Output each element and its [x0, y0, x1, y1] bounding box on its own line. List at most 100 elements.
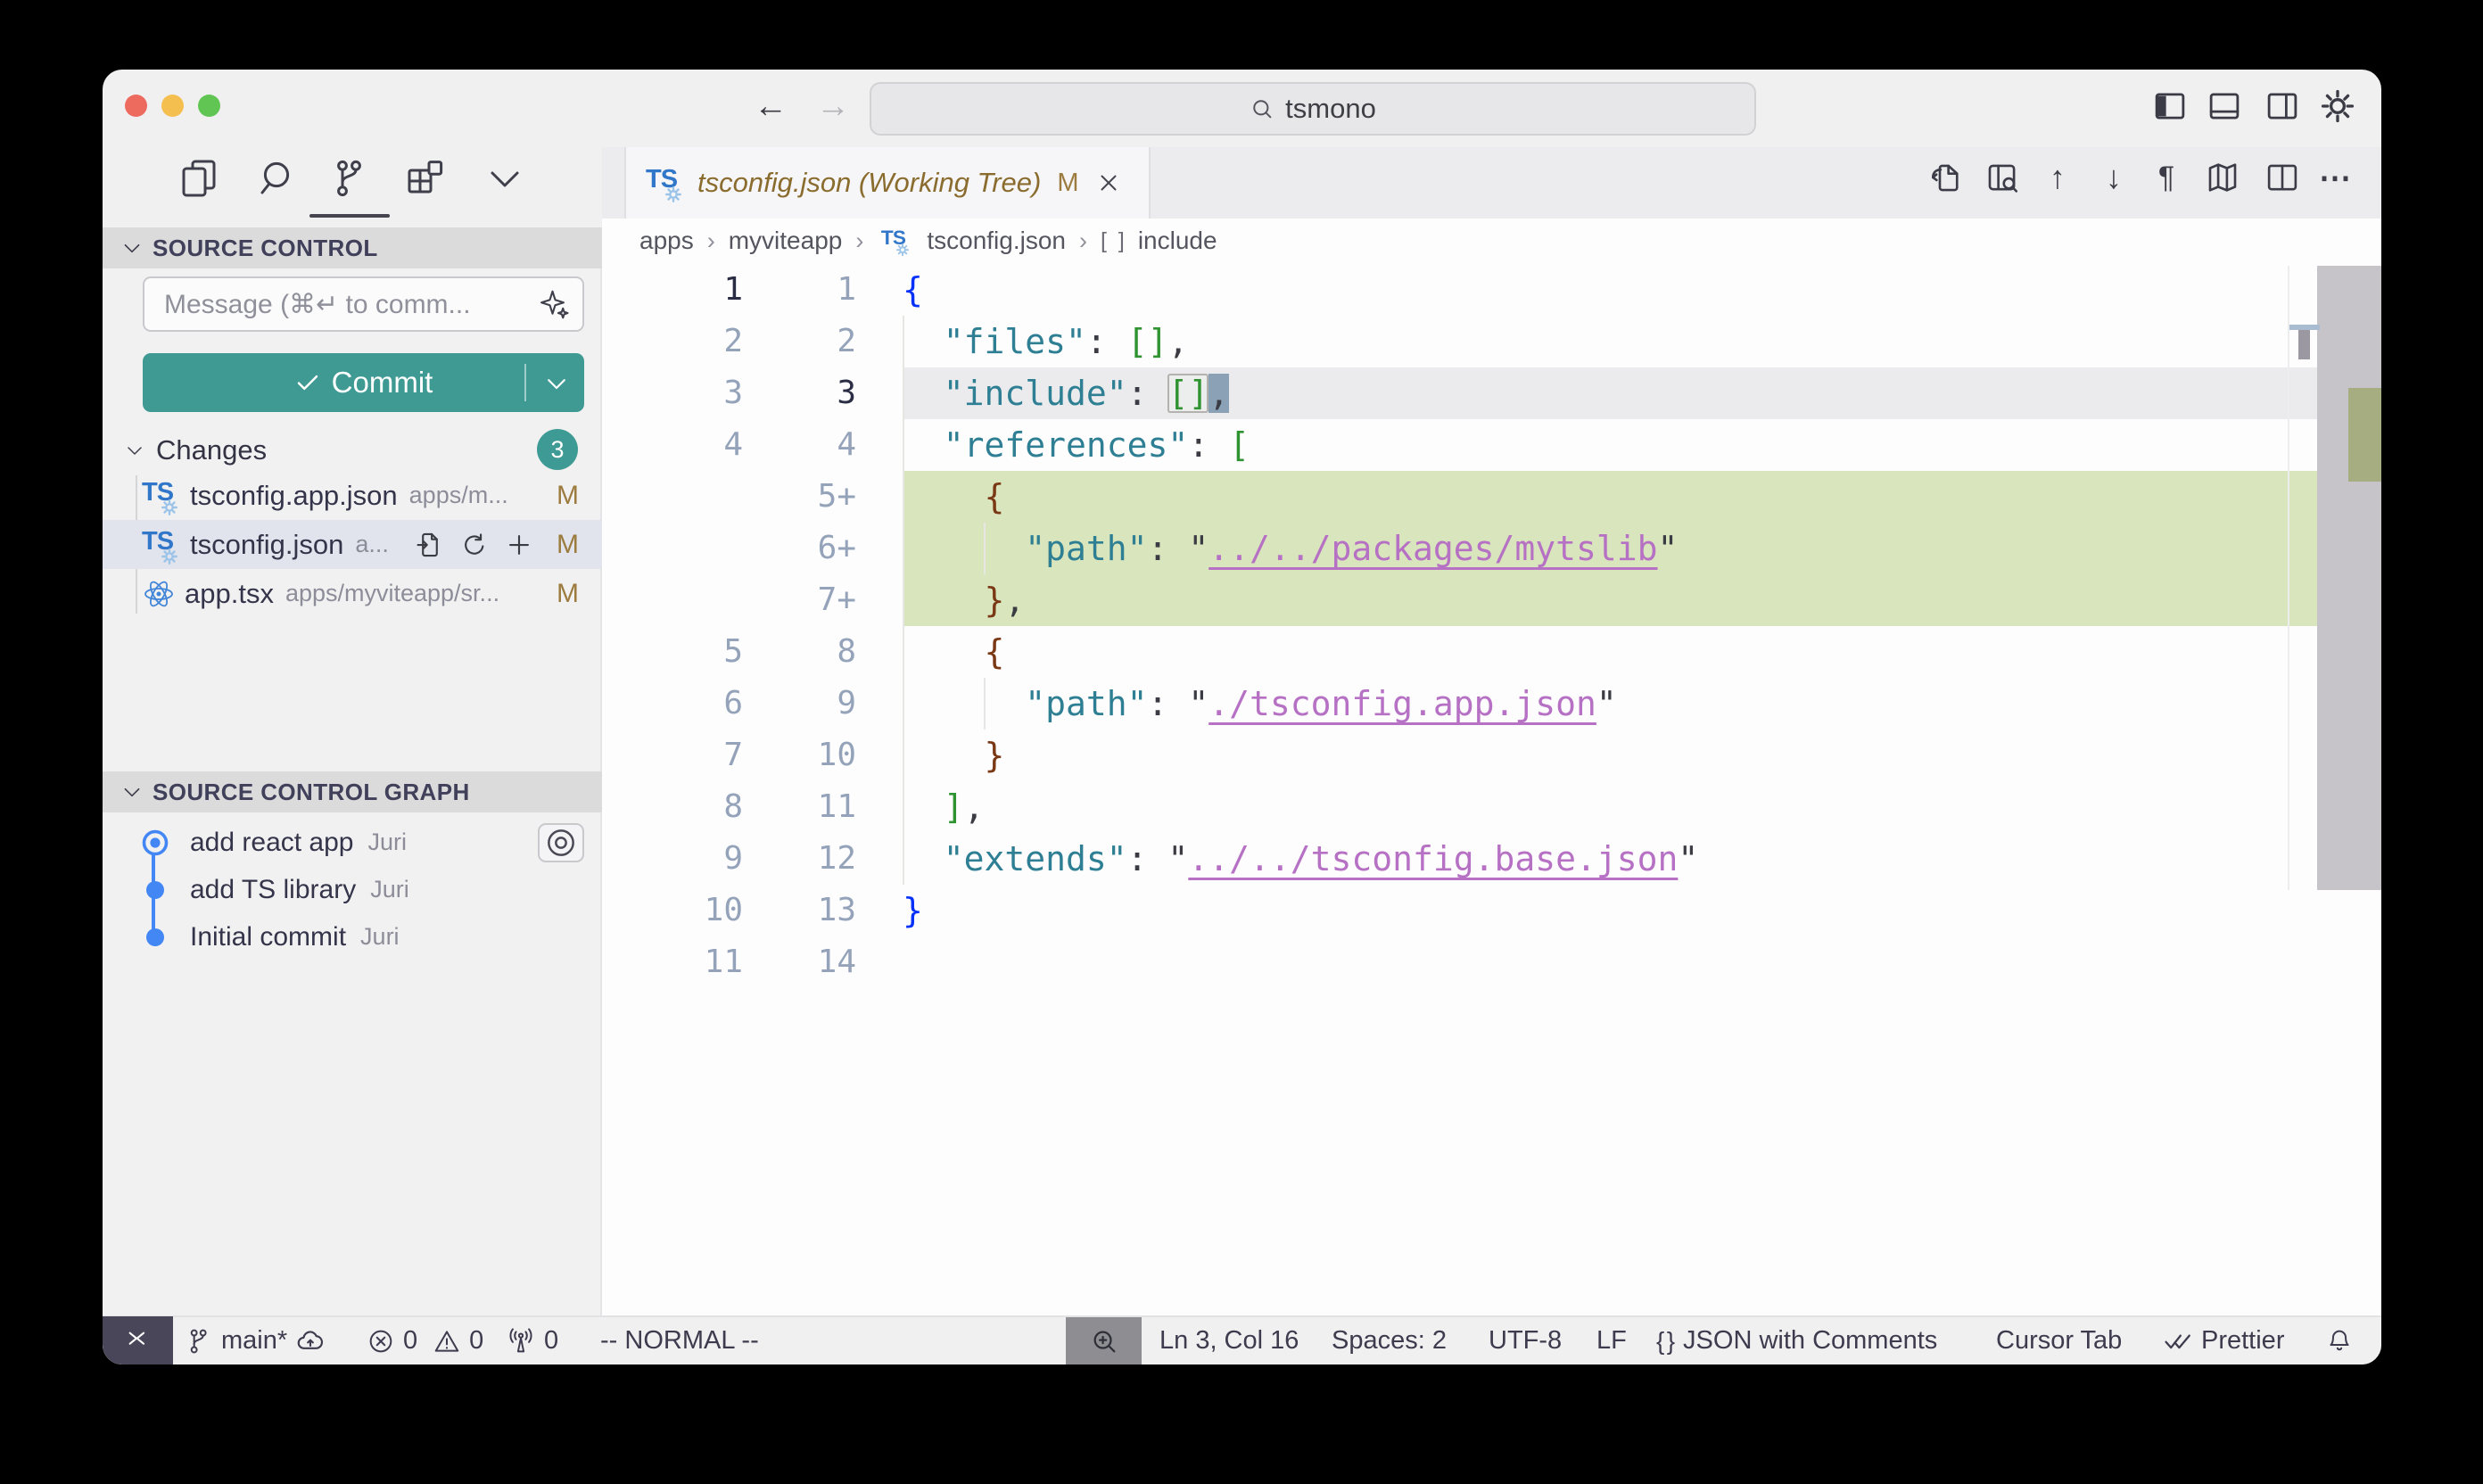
inline-view-icon[interactable]: [1984, 159, 2021, 196]
breadcrumb-item-myviteapp[interactable]: myviteapp: [729, 227, 843, 255]
modified-line-number: 10: [743, 730, 856, 781]
commit-row-3[interactable]: Initial commitJuri: [103, 913, 602, 960]
commit-row-2[interactable]: add TS libraryJuri: [103, 866, 602, 913]
code-line-9[interactable]: 69 "path": "./tsconfig.app.json": [602, 678, 2381, 730]
split-editor-icon[interactable]: [2264, 159, 2301, 196]
modified-line-number: 9: [743, 678, 856, 730]
minimap-icon[interactable]: [2204, 159, 2241, 196]
close-tab-icon[interactable]: [1095, 169, 1122, 196]
original-line-number: 1: [602, 264, 743, 316]
code-text: },: [903, 581, 1025, 620]
more-views-chevron-icon[interactable]: [483, 157, 526, 200]
source-control-graph-header[interactable]: SOURCE CONTROL GRAPH: [103, 771, 602, 812]
react-file-icon: [142, 578, 176, 610]
extensions-icon[interactable]: [403, 157, 446, 200]
generate-commit-message-icon[interactable]: [538, 288, 570, 320]
code-line-4[interactable]: 44 "references": [: [602, 419, 2381, 471]
editor-scrollbar[interactable]: [2317, 266, 2381, 890]
language-mode-indicator[interactable]: { } JSON with Comments: [1656, 1317, 1937, 1364]
problems-indicator[interactable]: 0 0: [367, 1317, 483, 1364]
previous-change-icon[interactable]: ↑: [2039, 159, 2076, 196]
code-line-14[interactable]: 1114: [602, 936, 2381, 988]
changes-file-row-tsconfig.app.json[interactable]: TStsconfig.app.jsonapps/m...M: [103, 471, 602, 520]
code-line-5[interactable]: 5+ {: [602, 471, 2381, 523]
source-control-icon[interactable]: [328, 157, 371, 200]
original-line-number: 9: [602, 833, 743, 885]
code-line-3[interactable]: 33 "include": [],: [602, 367, 2381, 419]
commit-dropdown-chevron-icon[interactable]: [543, 370, 570, 397]
toggle-whitespace-icon[interactable]: ¶: [2148, 159, 2185, 196]
commit-message-input[interactable]: Message (⌘↵ to comm...: [143, 276, 584, 332]
toggle-panel-icon[interactable]: [2206, 87, 2243, 125]
code-line-1[interactable]: 11{: [602, 264, 2381, 316]
git-status-badge: M: [557, 579, 579, 609]
command-center-search[interactable]: tsmono: [870, 82, 1756, 136]
code-line-12[interactable]: 912 "extends": "../../tsconfig.base.json…: [602, 833, 2381, 885]
collapse-chevron-icon: [120, 236, 144, 260]
code-line-6[interactable]: 6+ "path": "../../packages/mytslib": [602, 523, 2381, 574]
open-changes-icon[interactable]: [1927, 159, 1965, 196]
commit-message: Initial commit: [190, 922, 346, 952]
code-line-8[interactable]: 58 {: [602, 626, 2381, 678]
source-control-section-header[interactable]: SOURCE CONTROL: [103, 227, 602, 268]
encoding-indicator[interactable]: UTF-8: [1489, 1317, 1562, 1364]
changes-section-row[interactable]: Changes: [103, 430, 602, 471]
commit-row-1[interactable]: add react appJuri: [103, 819, 602, 866]
original-line-number: 6: [602, 678, 743, 730]
zoom-window-button[interactable]: [198, 95, 220, 117]
commit-node-icon: [138, 920, 172, 954]
magnifier-plus-icon: [1089, 1326, 1119, 1356]
modified-line-number: 5+: [743, 471, 856, 523]
breadcrumb-item-tsconfig.json[interactable]: TStsconfig.json: [877, 223, 1066, 259]
original-line-number: 2: [602, 316, 743, 367]
workspace-title: tsmono: [1285, 93, 1376, 125]
code-line-2[interactable]: 22 "files": [],: [602, 316, 2381, 367]
stage-icon[interactable]: [504, 530, 534, 560]
commit-button[interactable]: Commit: [143, 353, 584, 412]
toggle-secondary-sidebar-icon[interactable]: [2264, 87, 2301, 125]
cursor-position-indicator[interactable]: Ln 3, Col 16: [1159, 1317, 1299, 1364]
branch-indicator[interactable]: main*: [185, 1317, 326, 1364]
tsconfig-file-icon: TS: [142, 527, 181, 563]
cursor-tab-indicator[interactable]: Cursor Tab: [1996, 1317, 2122, 1364]
file-path: apps/m...: [409, 482, 508, 509]
code-text: {: [903, 477, 1004, 516]
close-window-button[interactable]: [125, 95, 147, 117]
ports-indicator[interactable]: 0: [506, 1317, 558, 1364]
changes-file-row-app.tsx[interactable]: app.tsxapps/myviteapp/sr...M: [103, 569, 602, 618]
commit-message-placeholder: Message (⌘↵ to comm...: [164, 289, 525, 320]
commit-author: Juri: [370, 876, 409, 903]
explorer-icon[interactable]: [177, 157, 220, 200]
code-line-10[interactable]: 710 }: [602, 730, 2381, 781]
forward-icon[interactable]: →: [816, 87, 850, 126]
breadcrumb-item-include[interactable]: [ ]include: [1101, 227, 1217, 255]
code-text: ],: [903, 787, 985, 827]
modified-line-number: 11: [743, 781, 856, 833]
eol-indicator[interactable]: LF: [1596, 1317, 1627, 1364]
search-icon[interactable]: [255, 157, 298, 200]
braces-icon: { }: [1656, 1327, 1675, 1356]
code-line-7[interactable]: 7+ },: [602, 574, 2381, 626]
remote-indicator-button[interactable]: [103, 1316, 173, 1364]
open-file-icon[interactable]: [415, 530, 445, 560]
tab-tsconfig-working-tree[interactable]: TS tsconfig.json (Working Tree) M: [624, 147, 1151, 218]
minimize-window-button[interactable]: [161, 95, 184, 117]
code-text: "include": [],: [903, 374, 1229, 413]
formatter-indicator[interactable]: Prettier: [2163, 1317, 2284, 1364]
settings-gear-icon[interactable]: [2319, 87, 2356, 125]
next-change-icon[interactable]: ↓: [2095, 159, 2132, 196]
more-actions-icon[interactable]: ⋯: [2316, 159, 2354, 196]
back-icon[interactable]: ←: [754, 87, 788, 126]
modified-line-number: 12: [743, 833, 856, 885]
notifications-button[interactable]: [2325, 1317, 2354, 1364]
changes-file-row-tsconfig.json[interactable]: TStsconfig.jsona...M: [103, 520, 602, 569]
code-line-13[interactable]: 1013}: [602, 885, 2381, 936]
code-text: "path": "./tsconfig.app.json": [903, 684, 1617, 723]
checkout-target-button[interactable]: [538, 823, 584, 862]
screencast-zoom-button[interactable]: [1066, 1317, 1142, 1364]
code-line-11[interactable]: 811 ],: [602, 781, 2381, 833]
toggle-primary-sidebar-icon[interactable]: [2151, 87, 2189, 125]
discard-icon[interactable]: [459, 530, 490, 560]
indentation-indicator[interactable]: Spaces: 2: [1332, 1317, 1447, 1364]
breadcrumb-item-apps[interactable]: apps: [639, 227, 694, 255]
